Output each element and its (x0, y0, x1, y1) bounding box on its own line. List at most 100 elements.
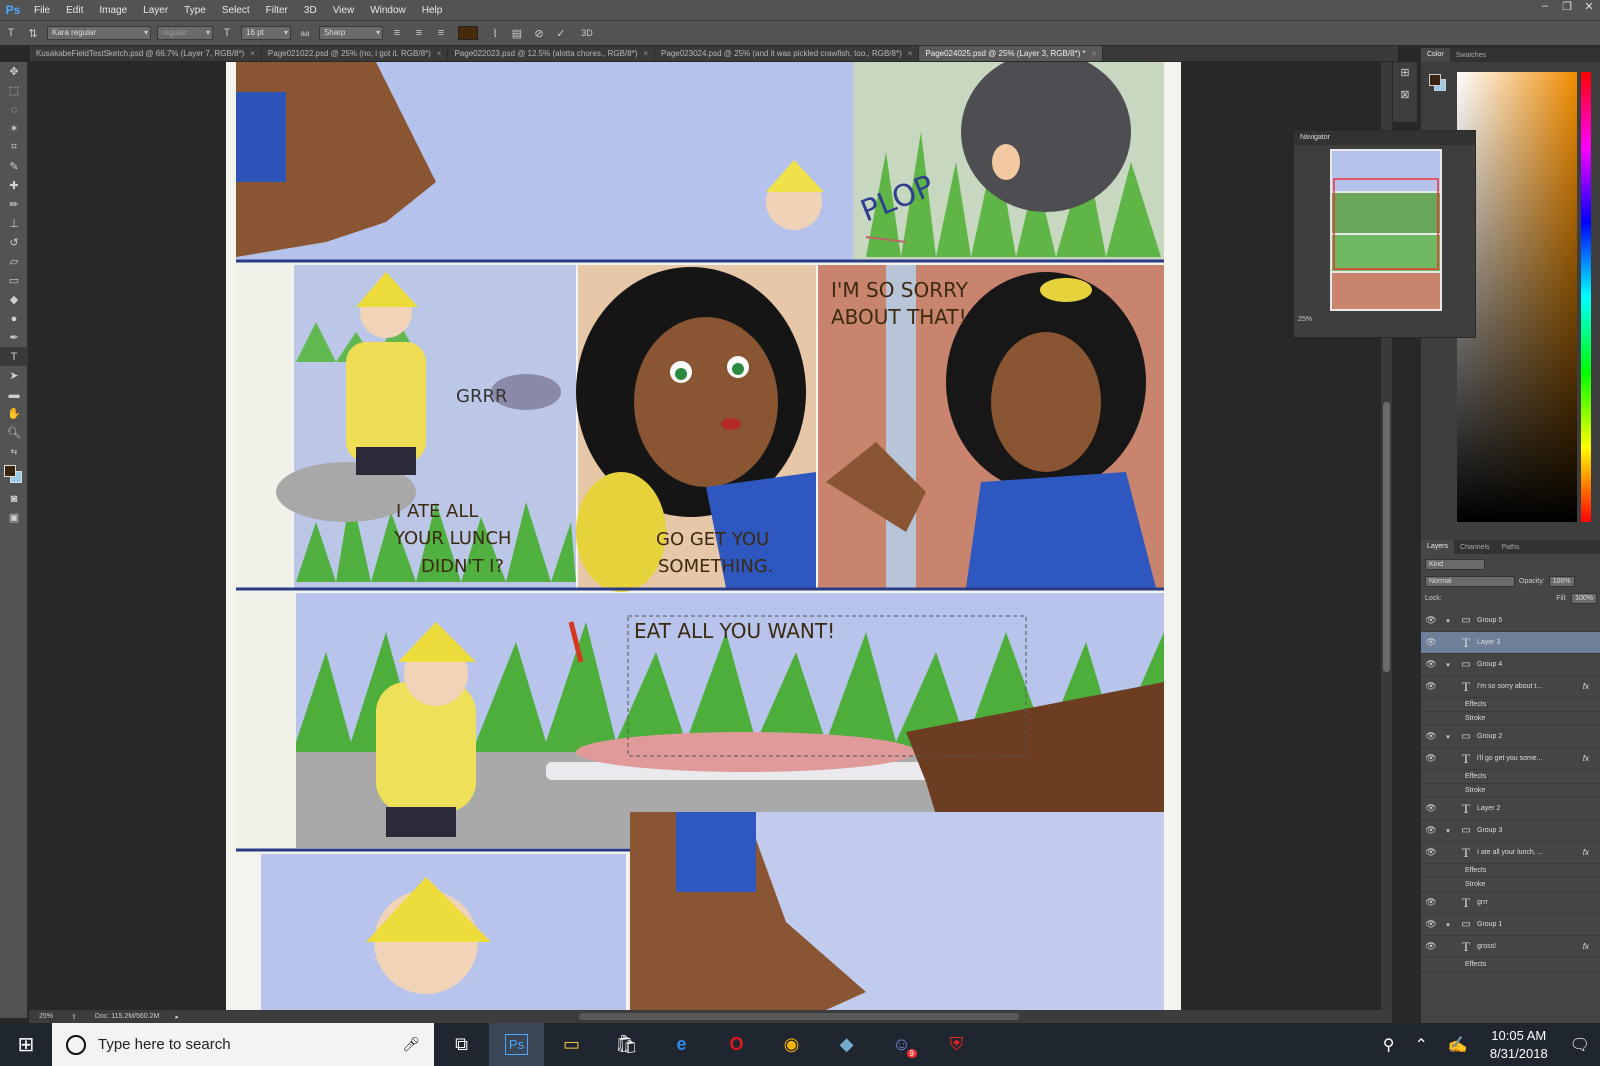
visibility-eye-icon[interactable]: 👁︎ (1421, 897, 1441, 908)
tab-color[interactable]: Color (1421, 48, 1450, 62)
type-tool-icon[interactable]: T (0, 347, 28, 366)
warp-text-icon[interactable]: ⌇ (486, 24, 504, 42)
hand-tool-icon[interactable]: ✋ (0, 404, 28, 423)
tab-close-icon[interactable]: × (1092, 49, 1097, 58)
layer-effect-row[interactable]: Stroke (1421, 784, 1600, 798)
visibility-eye-icon[interactable]: 👁︎ (1421, 681, 1441, 692)
bubble-eat[interactable]: EAT ALL YOU WANT! (634, 619, 835, 643)
hue-slider[interactable] (1581, 72, 1591, 522)
layer-effect-row[interactable]: Effects (1421, 864, 1600, 878)
tab-page024025[interactable]: Page024025.psd @ 25% (Layer 3, RGB/8*) *… (919, 46, 1104, 61)
menu-type[interactable]: Type (176, 5, 214, 16)
foreground-color-swatch[interactable] (4, 465, 16, 477)
history-panel-icon[interactable]: ⊞ (1393, 62, 1417, 84)
font-style-select[interactable]: regular (157, 26, 213, 40)
cancel-edit-icon[interactable]: ⊘ (530, 24, 548, 42)
visibility-eye-icon[interactable]: 👁︎ (1421, 919, 1441, 930)
align-left-icon[interactable]: ≡ (388, 24, 406, 42)
visibility-eye-icon[interactable]: 👁︎ (1421, 615, 1441, 626)
layer-effect-row[interactable]: Effects (1421, 770, 1600, 784)
move-tool-icon[interactable]: ✥ (0, 62, 28, 81)
tab-page021022[interactable]: Page021022.psd @ 25% (no, i got it, RGB/… (262, 46, 449, 61)
shield-icon[interactable]: ⛨ (929, 1023, 984, 1066)
doc-size[interactable]: Doc: 115.2M/560.2M (85, 1013, 169, 1020)
app-icon[interactable]: ◆ (819, 1023, 874, 1066)
character-panel-icon[interactable]: ▤ (508, 24, 526, 42)
shape-tool-icon[interactable]: ▬ (0, 385, 28, 404)
eyedropper-tool-icon[interactable]: ✎ (0, 157, 28, 176)
chrome-icon[interactable]: ◉ (764, 1023, 819, 1066)
visibility-eye-icon[interactable]: 👁︎ (1421, 659, 1441, 670)
layer-row[interactable]: 👁︎ T I'm so sorry about t... fx (1421, 676, 1600, 698)
tab-layers[interactable]: Layers (1421, 540, 1455, 554)
gradient-tool-icon[interactable]: ▭ (0, 271, 28, 290)
microphone-icon[interactable]: 🎤︎ (402, 1036, 420, 1053)
taskbar-search[interactable]: Type here to search 🎤︎ (52, 1023, 434, 1066)
font-family-select[interactable]: Kara regular (47, 26, 151, 40)
filter-kind-select[interactable]: Kind (1425, 559, 1485, 570)
menu-file[interactable]: File (26, 5, 58, 16)
layer-effect-row[interactable]: Effects (1421, 698, 1600, 712)
visibility-eye-icon[interactable]: 👁︎ (1421, 803, 1441, 814)
group-expand-icon[interactable]: ▾ (1441, 827, 1455, 835)
status-menu-icon[interactable]: ▸ (169, 1013, 185, 1021)
visibility-eye-icon[interactable]: 👁︎ (1421, 753, 1441, 764)
file-explorer-icon[interactable]: ▭ (544, 1023, 599, 1066)
visibility-eye-icon[interactable]: 👁︎ (1421, 731, 1441, 742)
menu-3d[interactable]: 3D (296, 5, 325, 16)
horizontal-scrollbar[interactable] (579, 1013, 1019, 1020)
minimize-button[interactable]: – (1534, 0, 1556, 14)
navigator-thumbnail[interactable] (1330, 149, 1442, 311)
pen-workspace-icon[interactable]: ✍ (1438, 1035, 1478, 1055)
share-icon[interactable]: ⇪ (63, 1013, 85, 1021)
layer-group-row[interactable]: 👁︎ ▾ ▭ Group 2 (1421, 726, 1600, 748)
group-expand-icon[interactable]: ▾ (1441, 733, 1455, 741)
magic-wand-tool-icon[interactable]: ✶ (0, 119, 28, 138)
layer-row[interactable]: 👁︎ T Layer 3 (1421, 632, 1600, 654)
text-color-swatch[interactable] (458, 26, 478, 40)
color-picker-swatches[interactable] (0, 461, 28, 489)
antialias-select[interactable]: Sharp (319, 26, 383, 40)
tab-kusakabe[interactable]: KusakabeFieldTestSketch.psd @ 66.7% (Lay… (30, 46, 262, 61)
clock[interactable]: 10:05 AM 8/31/2018 (1478, 1027, 1560, 1063)
discord-icon[interactable]: ☺ 9 (874, 1023, 929, 1066)
menu-view[interactable]: View (325, 5, 363, 16)
layer-effect-row[interactable]: Stroke (1421, 712, 1600, 726)
visibility-eye-icon[interactable]: 👁︎ (1421, 825, 1441, 836)
visibility-eye-icon[interactable]: 👁︎ (1421, 637, 1441, 648)
layer-group-row[interactable]: 👁︎ ▾ ▭ Group 1 (1421, 914, 1600, 936)
group-expand-icon[interactable]: ▾ (1441, 661, 1455, 669)
properties-panel-icon[interactable]: ⊠ (1393, 84, 1417, 106)
eraser-tool-icon[interactable]: ▱ (0, 252, 28, 271)
layer-row[interactable]: 👁︎ Ti'll go get you some... fx (1421, 748, 1600, 770)
blur-tool-icon[interactable]: ◆ (0, 290, 28, 309)
scroll-thumb[interactable] (1383, 402, 1390, 672)
layer-effect-row[interactable]: Effects (1421, 958, 1600, 972)
menu-select[interactable]: Select (214, 5, 258, 16)
layer-effects-icon[interactable]: fx (1583, 754, 1589, 763)
zoom-level[interactable]: 25% (29, 1013, 63, 1020)
align-right-icon[interactable]: ≡ (432, 24, 450, 42)
group-expand-icon[interactable]: ▾ (1441, 617, 1455, 625)
lasso-tool-icon[interactable]: ◌ (0, 100, 28, 119)
path-selection-tool-icon[interactable]: ➤ (0, 366, 28, 385)
menu-layer[interactable]: Layer (135, 5, 176, 16)
tab-swatches[interactable]: Swatches (1450, 52, 1492, 59)
marquee-tool-icon[interactable]: ⬚ (0, 81, 28, 100)
brush-tool-icon[interactable]: ✏ (0, 195, 28, 214)
font-size-select[interactable]: 16 pt (241, 26, 291, 40)
menu-help[interactable]: Help (414, 5, 451, 16)
edge-icon[interactable]: e (654, 1023, 709, 1066)
store-icon[interactable]: 🛍︎ (599, 1023, 654, 1066)
tab-close-icon[interactable]: × (250, 49, 255, 58)
healing-brush-tool-icon[interactable]: ✚ (0, 176, 28, 195)
layer-group-row[interactable]: 👁︎ ▾ ▭ Group 5 (1421, 610, 1600, 632)
opera-icon[interactable]: O (709, 1023, 764, 1066)
orientation-toggle-icon[interactable]: ⇅ (24, 24, 42, 42)
layer-effects-icon[interactable]: fx (1583, 848, 1589, 857)
tab-channels[interactable]: Channels (1454, 544, 1496, 551)
history-brush-tool-icon[interactable]: ↺ (0, 233, 28, 252)
type-tool-icon[interactable]: T (2, 24, 20, 42)
layer-group-row[interactable]: 👁︎ ▾ ▭ Group 3 (1421, 820, 1600, 842)
visibility-eye-icon[interactable]: 👁︎ (1421, 941, 1441, 952)
